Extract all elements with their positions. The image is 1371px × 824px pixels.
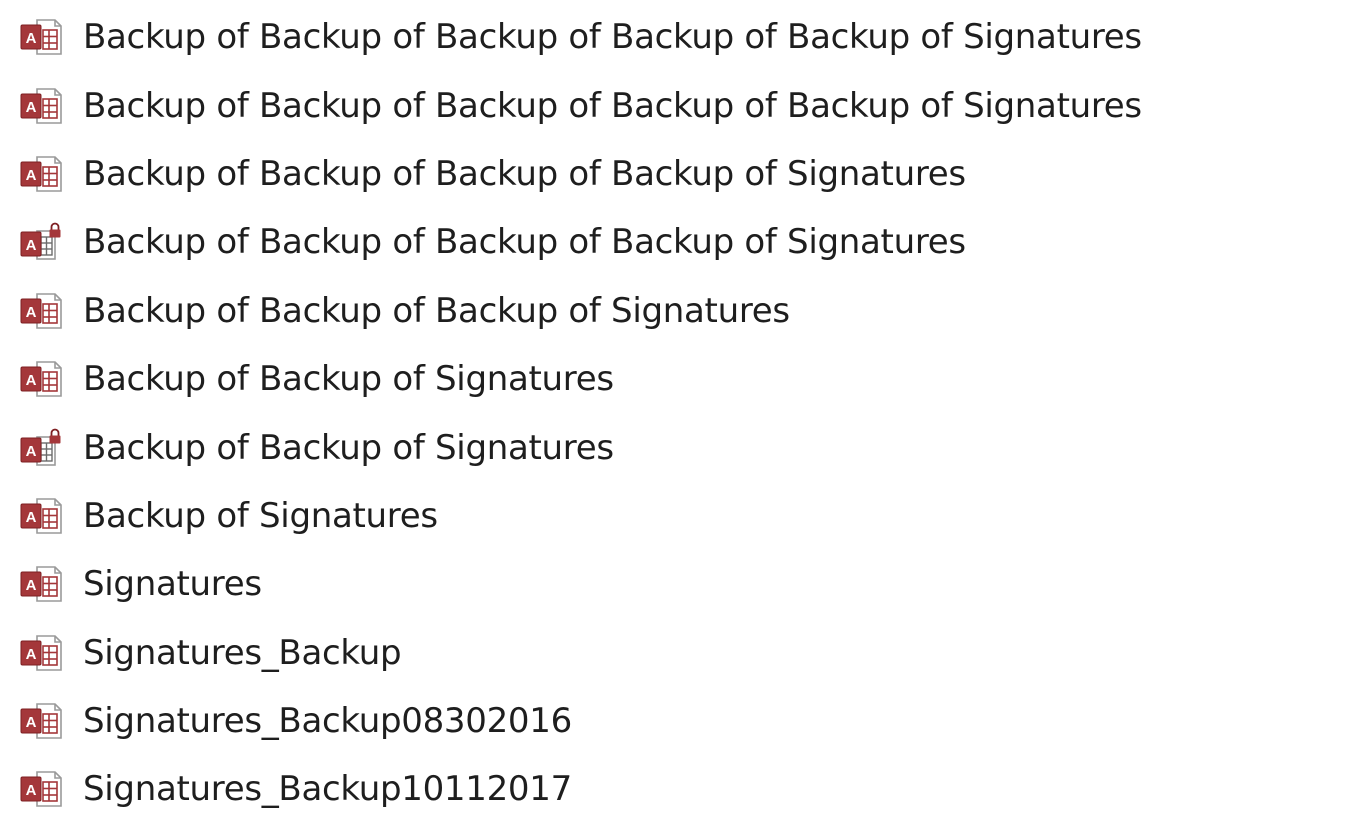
- access-database-icon: [19, 154, 63, 194]
- file-item[interactable]: Signatures_Backup08302016: [0, 687, 1371, 755]
- access-database-icon: [19, 564, 63, 604]
- access-database-icon: [19, 17, 63, 57]
- access-database-icon: [19, 496, 63, 536]
- file-item[interactable]: Signatures_Backup10112017: [0, 755, 1371, 823]
- file-item[interactable]: Backup of Backup of Backup of Backup of …: [0, 140, 1371, 208]
- file-name: Signatures_Backup10112017: [83, 769, 572, 810]
- file-item[interactable]: Signatures: [0, 550, 1371, 618]
- file-name: Backup of Signatures: [83, 495, 438, 536]
- file-name: Backup of Backup of Backup of Backup of …: [83, 17, 1142, 58]
- file-item[interactable]: Signatures_Backup: [0, 619, 1371, 687]
- file-name: Signatures: [83, 564, 262, 605]
- file-item[interactable]: Backup of Backup of Signatures: [0, 345, 1371, 413]
- file-name: Signatures_Backup: [83, 632, 402, 673]
- file-name: Backup of Backup of Backup of Signatures: [83, 290, 790, 331]
- access-database-icon: [19, 633, 63, 673]
- file-name: Backup of Backup of Signatures: [83, 427, 614, 468]
- file-name: Backup of Backup of Backup of Backup of …: [83, 222, 966, 263]
- access-lock-file-icon: [19, 222, 63, 262]
- file-name: Signatures_Backup08302016: [83, 701, 572, 742]
- file-item[interactable]: Backup of Signatures: [0, 482, 1371, 550]
- access-database-icon: [19, 701, 63, 741]
- file-item[interactable]: Backup of Backup of Backup of Backup of …: [0, 71, 1371, 139]
- file-name: Backup of Backup of Backup of Backup of …: [83, 153, 966, 194]
- access-database-icon: [19, 86, 63, 126]
- file-name: Backup of Backup of Backup of Backup of …: [83, 85, 1142, 126]
- access-database-icon: [19, 769, 63, 809]
- file-name: Backup of Backup of Signatures: [83, 359, 614, 400]
- file-item[interactable]: Backup of Backup of Backup of Backup of …: [0, 208, 1371, 276]
- file-item[interactable]: Backup of Backup of Backup of Signatures: [0, 277, 1371, 345]
- file-item[interactable]: Backup of Backup of Signatures: [0, 413, 1371, 481]
- file-list: Backup of Backup of Backup of Backup of …: [0, 3, 1371, 824]
- file-item[interactable]: Backup of Backup of Backup of Backup of …: [0, 3, 1371, 71]
- access-database-icon: [19, 359, 63, 399]
- access-database-icon: [19, 291, 63, 331]
- access-lock-file-icon: [19, 428, 63, 468]
